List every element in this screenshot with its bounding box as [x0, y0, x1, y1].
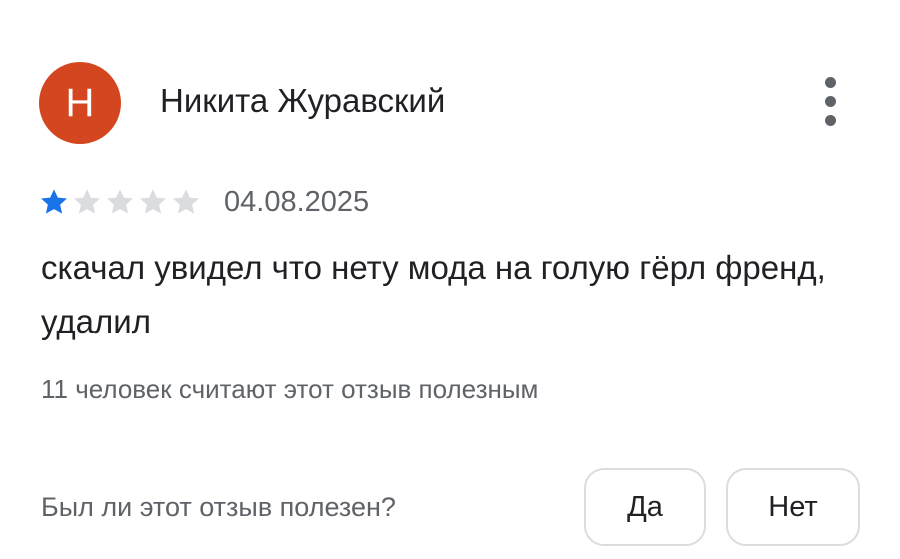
review-text: скачал увидел что нету мода на голую гёр…: [41, 249, 826, 340]
star-rating: [38, 186, 202, 218]
helpful-yes-button[interactable]: Да: [584, 468, 706, 546]
more-vert-icon: [824, 76, 836, 88]
star-empty-icon: [104, 186, 136, 218]
star-empty-icon: [170, 186, 202, 218]
feedback-question: Был ли этот отзыв полезен?: [41, 492, 396, 522]
star-empty-icon: [71, 186, 103, 218]
star-filled-icon: [38, 186, 70, 218]
avatar: Н: [39, 62, 121, 144]
review-date: 04.08.2025: [224, 186, 370, 218]
helpful-count: 11 человек считают этот отзыв полезным: [41, 374, 539, 404]
author-name: Никита Журавский: [160, 82, 446, 119]
rating-row: 04.08.2025: [38, 180, 369, 224]
more-options-button[interactable]: [808, 74, 852, 128]
helpful-no-button[interactable]: Нет: [726, 468, 860, 546]
more-vert-icon-dot: [824, 95, 836, 107]
star-empty-icon: [137, 186, 169, 218]
more-vert-icon-dot: [824, 114, 836, 126]
